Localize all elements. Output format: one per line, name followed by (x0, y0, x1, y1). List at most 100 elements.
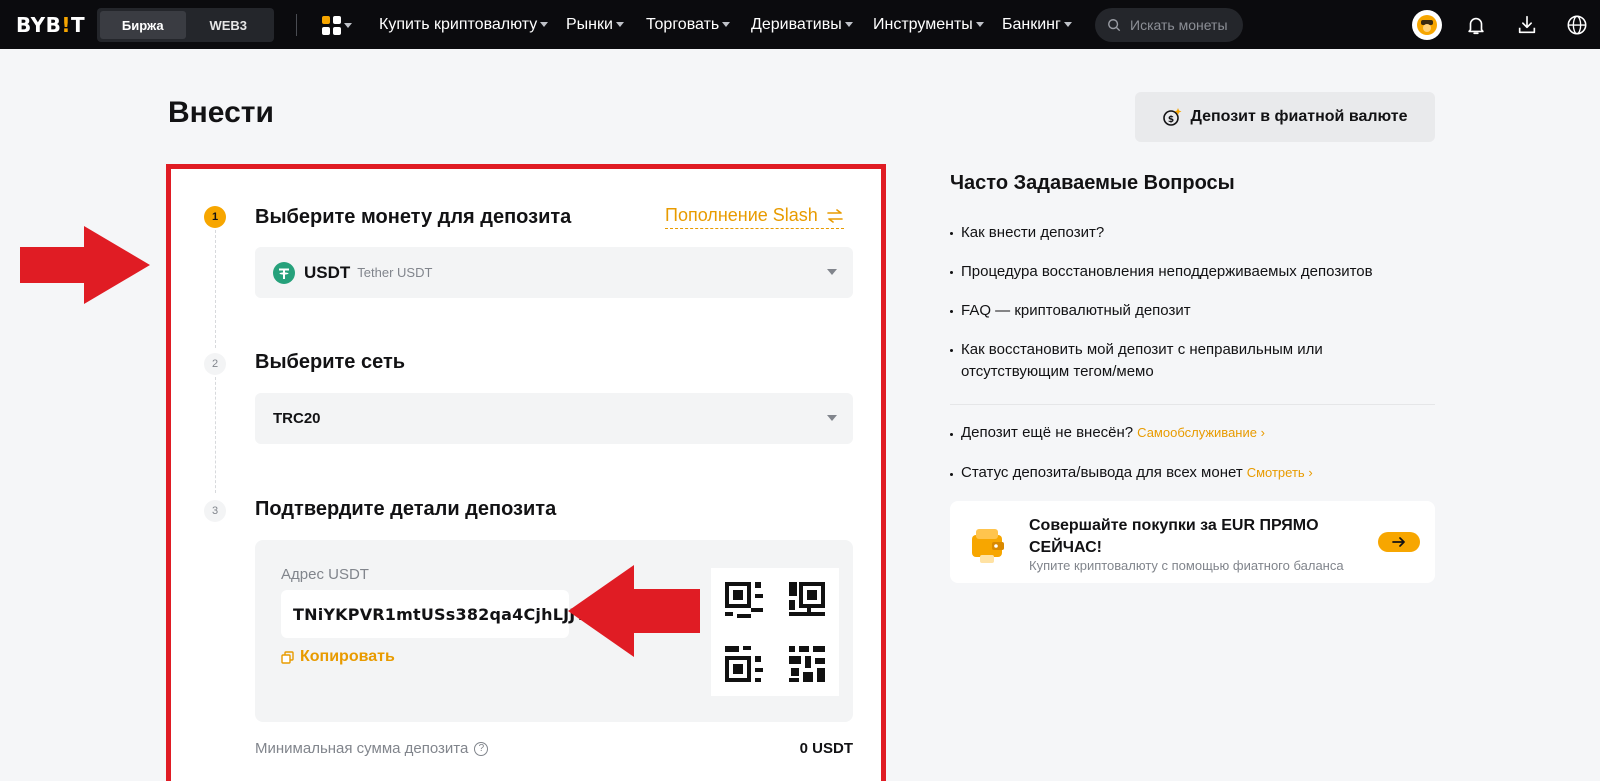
logo-text-tail: T (71, 13, 86, 37)
promo-title: Совершайте покупки за EUR ПРЯМО СЕЙЧАС! (1029, 517, 1319, 556)
faq-link-wrong-tag[interactable]: Как восстановить мой депозит с неправиль… (950, 339, 1435, 383)
self-service-label: Самообслуживание (1137, 425, 1257, 440)
network-value: TRC20 (273, 410, 321, 427)
promo-card[interactable]: Совершайте покупки за EUR ПРЯМО СЕЙЧАС! … (950, 501, 1435, 583)
chevron-down-icon (540, 22, 549, 27)
apps-grid-icon (322, 15, 341, 35)
search-input[interactable] (1130, 17, 1240, 33)
menu-banking[interactable]: Банкинг (1002, 0, 1072, 49)
top-nav: BYB!T Биржа WEB3 Купить криптовалюту Рын… (0, 0, 1600, 49)
min-deposit-value: 0 USDT (799, 740, 853, 757)
promo-subtitle: Купите криптовалюту с помощью фиатного б… (1029, 558, 1344, 573)
chevron-down-icon (1063, 22, 1072, 27)
apps-menu-button[interactable] (322, 14, 352, 36)
chevron-down-icon (722, 22, 731, 27)
swap-arrows-icon (827, 208, 843, 223)
chevron-down-icon (344, 22, 352, 28)
coin-search (1095, 8, 1243, 42)
step-connector (215, 377, 216, 493)
qr-code-image (725, 582, 825, 682)
deposit-status: Статус депозита/вывода для всех монет Смо… (950, 464, 1435, 481)
chevron-right-icon: › (1308, 465, 1313, 480)
menu-trade[interactable]: Торговать (646, 0, 731, 49)
slash-deposit-link[interactable]: Пополнение Slash (665, 205, 844, 229)
faq-link-crypto-deposit[interactable]: FAQ — криптовалютный депозит (950, 300, 1435, 322)
copy-icon (281, 650, 294, 664)
chevron-right-icon: › (1260, 425, 1265, 440)
menu-label: Деривативы (751, 15, 842, 33)
logo-mark: ! (61, 13, 72, 37)
promo-go-button[interactable] (1378, 532, 1420, 552)
step-number: 2 (204, 353, 226, 375)
user-avatar-icon (1417, 15, 1437, 35)
copy-label: Копировать (300, 648, 395, 665)
self-service-link[interactable]: Самообслуживание › (1137, 425, 1265, 440)
bell-icon (1468, 17, 1484, 35)
faq-divider (950, 404, 1435, 405)
min-deposit-text: Минимальная сумма депозита (255, 740, 469, 757)
coin-code: USDT (304, 262, 351, 282)
deposit-details-panel: Адрес USDT TNiYKPVR1mtUSs382qa4CjhLJJT К… (255, 540, 853, 722)
chevron-down-icon (615, 22, 624, 27)
chevron-down-icon (827, 269, 837, 275)
help-icon[interactable]: ? (474, 741, 489, 756)
faq-title: Часто Задаваемые Вопросы (950, 172, 1235, 194)
menu-label: Банкинг (1002, 15, 1061, 33)
download-icon (1518, 15, 1536, 34)
copy-address-button[interactable]: Копировать (281, 648, 395, 666)
qr-code[interactable] (711, 568, 839, 696)
page-title: Внести (168, 96, 274, 129)
menu-markets[interactable]: Рынки (566, 0, 624, 49)
address-label: Адрес USDT (281, 566, 369, 583)
menu-derivatives[interactable]: Деривативы (751, 0, 853, 49)
download-app-button[interactable] (1514, 12, 1540, 38)
step-number: 3 (204, 500, 226, 522)
nav-divider (296, 14, 297, 36)
deposit-address[interactable]: TNiYKPVR1mtUSs382qa4CjhLJJT (281, 590, 586, 638)
step-title-coin: Выберите монету для депозита (255, 206, 572, 228)
globe-icon (1567, 15, 1587, 35)
menu-label: Рынки (566, 15, 613, 33)
view-status-link[interactable]: Смотреть › (1247, 465, 1313, 480)
tether-icon (273, 261, 295, 284)
language-button[interactable] (1564, 12, 1590, 38)
logo-text: BYB (16, 13, 62, 37)
notifications-button[interactable] (1463, 12, 1489, 38)
menu-label: Купить криптовалюту (379, 15, 538, 33)
avatar[interactable] (1412, 10, 1442, 40)
step-connector (215, 230, 216, 348)
mode-switch: Биржа WEB3 (97, 8, 274, 42)
menu-label: Инструменты (873, 15, 973, 33)
annotation-arrow-right (20, 226, 150, 304)
step-number: 1 (204, 206, 226, 228)
faq-list: Как внести депозит? Процедура восстановл… (950, 222, 1435, 400)
fiat-deposit-label: Депозит в фиатной валюте (1190, 108, 1408, 125)
step-title-confirm: Подтвердите детали депозита (255, 498, 557, 520)
fiat-coin-icon: $ (1163, 108, 1182, 126)
arrow-right-icon (1392, 537, 1405, 547)
chevron-down-icon (975, 22, 984, 27)
coin-select[interactable]: USDT Tether USDT (255, 247, 853, 298)
svg-text:$: $ (1168, 115, 1174, 125)
min-deposit-label: Минимальная сумма депозита ? (255, 740, 489, 757)
menu-tools[interactable]: Инструменты (873, 0, 984, 49)
menu-buy-crypto[interactable]: Купить криптовалюту (379, 0, 549, 49)
coin-name: Tether USDT (357, 265, 433, 280)
not-received-text: Депозит ещё не внесён? (961, 424, 1134, 441)
annotation-arrow-left (568, 565, 700, 657)
menu-label: Торговать (646, 15, 720, 33)
bybit-logo[interactable]: BYB!T (16, 13, 85, 37)
mode-exchange-tab[interactable]: Биржа (100, 11, 186, 39)
fiat-deposit-button[interactable]: $ Депозит в фиатной валюте (1135, 92, 1435, 142)
slash-link-label: Пополнение Slash (665, 205, 818, 225)
view-label: Смотреть (1246, 465, 1305, 480)
faq-link-how-to-deposit[interactable]: Как внести депозит? (950, 222, 1435, 244)
network-select[interactable]: TRC20 (255, 393, 853, 444)
search-icon (1108, 19, 1121, 32)
chevron-down-icon (827, 415, 837, 421)
mode-web3-tab[interactable]: WEB3 (186, 11, 272, 39)
chevron-down-icon (844, 22, 853, 27)
deposit-not-received: Депозит ещё не внесён? Самообслуживание › (950, 424, 1435, 441)
status-text: Статус депозита/вывода для всех монет (961, 464, 1243, 481)
faq-link-unsupported-recovery[interactable]: Процедура восстановления неподдерживаемы… (950, 261, 1435, 283)
